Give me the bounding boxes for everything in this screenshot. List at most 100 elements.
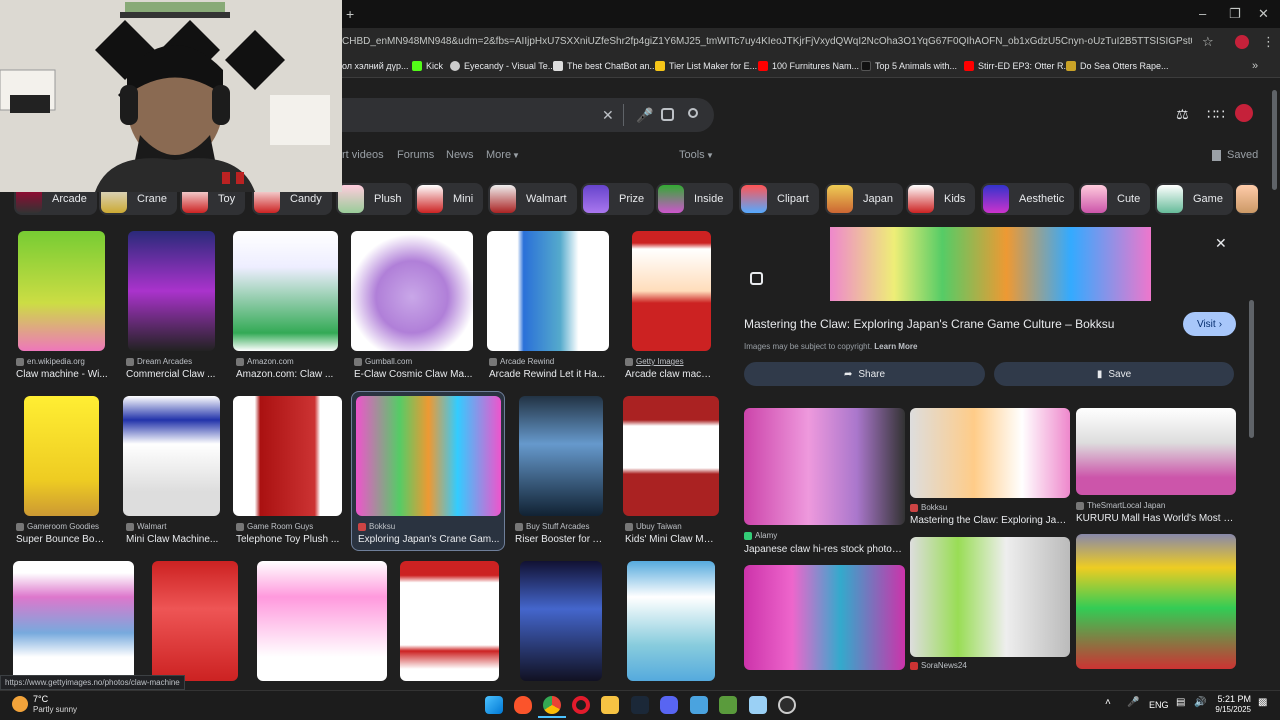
result-image[interactable] [123, 396, 220, 516]
account-avatar[interactable] [1235, 104, 1253, 122]
related-image[interactable] [1076, 534, 1236, 669]
related-source[interactable]: Bokksu [910, 503, 947, 512]
discord-icon[interactable] [660, 696, 678, 714]
chip-prize[interactable]: Prize [581, 183, 655, 215]
bookmark-item[interactable]: ол хэлний дүр... [342, 61, 409, 71]
preview-image[interactable] [830, 227, 1151, 301]
weather-sun-icon[interactable] [12, 696, 28, 712]
bookmark-item[interactable]: Stirr-ED EP3: Otter R... [964, 61, 1071, 71]
related-image[interactable] [744, 408, 905, 525]
related-source[interactable]: Alamy [744, 531, 777, 540]
more-bookmarks-icon[interactable]: » [1252, 60, 1258, 72]
lens-search-icon[interactable] [750, 272, 763, 285]
bookmark-item[interactable]: The best ChatBot an... [553, 61, 657, 71]
related-title[interactable]: Mastering the Claw: Exploring Jap... [910, 515, 1070, 526]
result-image[interactable] [623, 396, 719, 516]
share-button[interactable]: ➦ Share [744, 362, 985, 386]
bookmark-item[interactable]: Kick [412, 61, 443, 71]
learn-more-link[interactable]: Learn More [874, 342, 917, 351]
result-title[interactable]: Kids' Mini Claw Ma... [625, 534, 717, 545]
clock-date[interactable]: 9/15/2025 [1211, 705, 1251, 714]
result-source[interactable]: Arcade Rewind [489, 357, 554, 366]
windows-start-icon[interactable] [485, 696, 503, 714]
result-source[interactable]: Bokksu [358, 522, 395, 531]
result-image[interactable] [400, 561, 499, 681]
voice-search-icon[interactable]: 🎤 [636, 107, 653, 124]
result-image[interactable] [233, 396, 342, 516]
bookmark-star-icon[interactable]: ☆ [1202, 34, 1214, 50]
apps-grid-icon[interactable]: ∷∷ [1207, 106, 1225, 123]
notepad-icon[interactable] [749, 696, 767, 714]
chip-plush[interactable]: Plush [336, 183, 412, 215]
result-source[interactable]: Walmart [126, 522, 166, 531]
result-title[interactable]: Telephone Toy Plush ... [236, 534, 340, 545]
panel-scrollbar[interactable] [1249, 300, 1254, 438]
steam-icon[interactable] [631, 696, 649, 714]
result-source[interactable]: Dream Arcades [126, 357, 192, 366]
chip-game[interactable]: Game [1155, 183, 1233, 215]
opera-icon[interactable] [572, 696, 590, 714]
result-image[interactable] [351, 231, 473, 351]
search-icon[interactable] [688, 108, 698, 118]
chip-mini[interactable]: Mini [415, 183, 484, 215]
result-image[interactable] [356, 396, 501, 516]
result-title[interactable]: Mini Claw Machine... [126, 534, 221, 545]
result-image[interactable] [632, 231, 711, 351]
result-image[interactable] [233, 231, 338, 351]
result-source[interactable]: Game Room Guys [236, 522, 313, 531]
maximize-icon[interactable]: ❐ [1229, 6, 1241, 22]
bookmark-item[interactable]: Tier List Maker for E... [655, 61, 757, 71]
result-title[interactable]: Arcade Rewind Let it Ha... [489, 369, 609, 380]
result-title[interactable]: Exploring Japan's Crane Gam... [358, 534, 500, 545]
related-source[interactable]: TheSmartLocal Japan [1076, 501, 1165, 510]
clear-search-icon[interactable]: ✕ [602, 107, 614, 124]
profile-avatar[interactable] [1235, 35, 1249, 49]
chip-cute[interactable]: Cute [1079, 183, 1151, 215]
notification-icon[interactable]: ▩ [1258, 697, 1267, 708]
result-source[interactable]: Getty Images [625, 357, 684, 366]
file-explorer-icon[interactable] [601, 696, 619, 714]
related-title[interactable]: KURURU Mall Has World's Most C... [1076, 513, 1236, 524]
result-title[interactable]: Super Bounce Bou... [16, 534, 108, 545]
brave-icon[interactable] [514, 696, 532, 714]
result-image[interactable] [152, 561, 238, 681]
related-title[interactable]: Japanese claw hi-res stock photog... [744, 544, 904, 555]
save-button[interactable]: ▮ Save [994, 362, 1234, 386]
result-image[interactable] [520, 561, 602, 681]
result-image[interactable] [13, 561, 134, 681]
result-source[interactable]: Buy Stuff Arcades [515, 522, 589, 531]
url-text[interactable]: CHBD_enMN948MN948&udm=2&fbs=AIIjpHxU7SXX… [342, 36, 1192, 47]
bookmark-item[interactable]: Do Sea Otters Rape... [1066, 61, 1169, 71]
result-title[interactable]: Claw machine - Wi... [16, 369, 108, 380]
result-source[interactable]: Gameroom Goodies [16, 522, 99, 531]
minecraft-icon[interactable] [719, 696, 737, 714]
result-image[interactable] [627, 561, 715, 681]
result-image[interactable] [257, 561, 387, 681]
lens-search-icon[interactable] [661, 108, 674, 121]
chip-clipart[interactable]: Clipart [739, 183, 819, 215]
chrome-icon[interactable] [543, 696, 561, 714]
panel-title[interactable]: Mastering the Claw: Exploring Japan's Cr… [744, 317, 1164, 331]
bookmark-item[interactable]: 100 Furnitures Nam... [758, 61, 859, 71]
result-image[interactable] [128, 231, 215, 351]
tab-short-videos[interactable]: rt videos [342, 149, 384, 161]
chip-inside[interactable]: Inside [656, 183, 734, 215]
new-tab-button[interactable]: + [346, 6, 354, 22]
related-image[interactable] [1076, 408, 1236, 495]
tab-more[interactable]: More [486, 149, 511, 161]
visit-button[interactable]: Visit › [1183, 312, 1236, 336]
related-image[interactable] [910, 408, 1070, 498]
related-source[interactable]: SoraNews24 [910, 661, 967, 670]
result-source[interactable]: en.wikipedia.org [16, 357, 85, 366]
minimize-icon[interactable]: – [1199, 6, 1206, 21]
result-title[interactable]: Commercial Claw ... [126, 369, 218, 380]
tools-button[interactable]: Tools [679, 149, 705, 161]
chip-kids[interactable]: Kids [906, 183, 976, 215]
microphone-icon[interactable]: 🎤 [1127, 697, 1139, 708]
app-icon[interactable] [690, 696, 708, 714]
result-image[interactable] [487, 231, 609, 351]
close-window-icon[interactable]: ✕ [1258, 6, 1269, 22]
clock-time[interactable]: 5:21 PM [1211, 694, 1251, 704]
obs-icon[interactable] [778, 696, 796, 714]
result-image[interactable] [18, 231, 105, 351]
